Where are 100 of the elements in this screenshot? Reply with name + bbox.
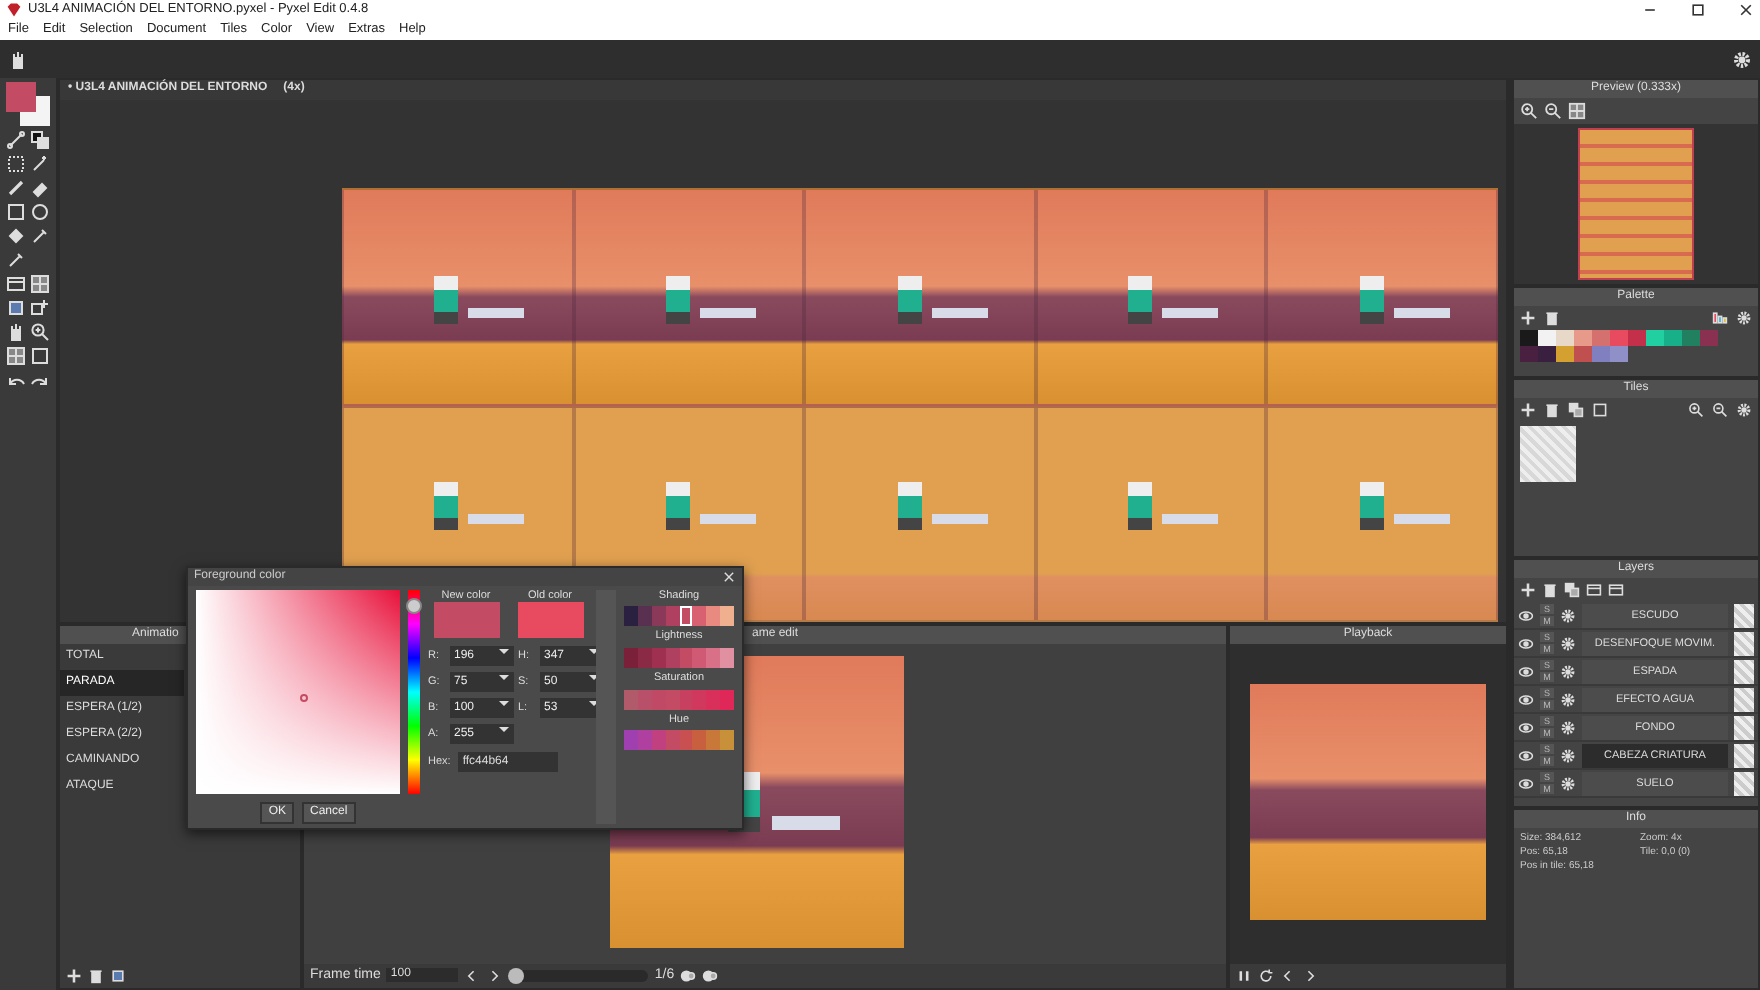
palette-swatch[interactable] xyxy=(1592,346,1610,362)
next-frame-icon[interactable] xyxy=(486,967,503,984)
color-swatch[interactable] xyxy=(720,648,734,668)
eraser-icon[interactable] xyxy=(30,178,50,198)
eye-icon[interactable] xyxy=(1518,635,1534,651)
zoom-in-icon[interactable] xyxy=(1688,402,1704,418)
preview-thumbnail[interactable] xyxy=(1578,128,1694,280)
palette-swatch[interactable] xyxy=(1520,330,1538,346)
grid-icon[interactable] xyxy=(30,274,50,294)
previous-frame-icon[interactable] xyxy=(1280,968,1296,984)
palette-swatch[interactable] xyxy=(1574,330,1592,346)
color-bars-icon[interactable] xyxy=(1712,310,1728,326)
color-swatch[interactable] xyxy=(692,648,707,668)
palette-swatch[interactable] xyxy=(1538,346,1556,362)
plus-icon[interactable] xyxy=(1520,582,1536,598)
circle-icon[interactable] xyxy=(30,202,50,222)
selection-icon[interactable] xyxy=(6,154,26,174)
color-swatch[interactable] xyxy=(706,648,721,668)
color-swatch[interactable] xyxy=(706,730,721,751)
hand-icon[interactable] xyxy=(8,49,28,69)
palette-swatch[interactable] xyxy=(1592,330,1610,346)
hue-slider[interactable] xyxy=(408,589,420,794)
grid-icon[interactable] xyxy=(1568,102,1586,120)
palette-swatch[interactable] xyxy=(1628,330,1646,346)
panel-icon[interactable] xyxy=(6,274,26,294)
palette-swatch[interactable] xyxy=(1646,330,1664,346)
frame-icon[interactable] xyxy=(30,346,50,366)
eye-icon[interactable] xyxy=(1518,719,1534,735)
slider-thumb[interactable] xyxy=(406,597,422,614)
color-swatch[interactable] xyxy=(692,730,707,751)
color-swatch[interactable] xyxy=(624,648,638,668)
hand-icon[interactable] xyxy=(6,322,26,342)
color-swatch[interactable] xyxy=(624,606,638,627)
color-swatch[interactable] xyxy=(692,606,707,627)
palette-swatch[interactable] xyxy=(1610,330,1628,346)
eye-icon[interactable] xyxy=(1518,775,1534,791)
zoom-icon[interactable] xyxy=(30,322,50,342)
zoom-in-icon[interactable] xyxy=(1520,102,1538,120)
color-swatch[interactable] xyxy=(720,730,734,751)
rectangle-icon[interactable] xyxy=(6,202,26,222)
swap-colors-icon[interactable] xyxy=(30,130,50,150)
palette-swatch[interactable] xyxy=(1700,330,1718,346)
trash-icon[interactable] xyxy=(88,968,104,984)
color-swatch[interactable] xyxy=(720,606,734,627)
plus-icon[interactable] xyxy=(66,968,82,984)
onion-skin-icon[interactable] xyxy=(680,967,697,984)
copy-icon[interactable] xyxy=(1564,582,1580,598)
trash-icon[interactable] xyxy=(1542,582,1558,598)
zoom-out-icon[interactable] xyxy=(1712,402,1728,418)
foreground-color-swatch[interactable] xyxy=(6,82,36,112)
line-tool-icon[interactable] xyxy=(6,130,26,150)
settings-icon[interactable] xyxy=(1732,49,1752,69)
plus-icon[interactable] xyxy=(1520,402,1536,418)
loop-icon[interactable] xyxy=(1258,968,1274,984)
onion-skin-icon[interactable] xyxy=(702,967,719,984)
color-swatch[interactable] xyxy=(706,606,721,627)
color-swatch[interactable] xyxy=(624,730,638,751)
next-frame-icon[interactable] xyxy=(1302,968,1318,984)
dropper-icon[interactable] xyxy=(6,250,26,270)
palette-swatch[interactable] xyxy=(1682,330,1700,346)
settings-icon[interactable] xyxy=(1736,310,1752,326)
trash-icon[interactable] xyxy=(1544,402,1560,418)
layer-thumbnail xyxy=(1734,743,1754,767)
pencil-icon[interactable] xyxy=(6,178,26,198)
layer-thumbnail xyxy=(1734,631,1754,655)
tile-add-icon[interactable] xyxy=(30,298,50,318)
copy-icon[interactable] xyxy=(1568,402,1584,418)
zoom-out-icon[interactable] xyxy=(1544,102,1562,120)
background-color-swatch[interactable] xyxy=(20,96,50,126)
color-swatch[interactable] xyxy=(720,689,734,710)
eye-icon[interactable] xyxy=(1518,691,1534,707)
trash-icon[interactable] xyxy=(1544,310,1560,326)
layer-thumbnail xyxy=(1734,687,1754,711)
layer-thumbnail xyxy=(1734,715,1754,739)
layer-thumbnail xyxy=(1734,771,1754,795)
close-icon[interactable] xyxy=(1738,2,1754,18)
palette-swatch[interactable] xyxy=(1610,346,1628,362)
tile-icon[interactable] xyxy=(6,298,26,318)
palette-swatch[interactable] xyxy=(1556,330,1574,346)
magic-wand-icon[interactable] xyxy=(30,154,50,174)
eye-icon[interactable] xyxy=(1518,607,1534,623)
tile-thumbnail[interactable] xyxy=(1520,426,1576,482)
palette-swatch[interactable] xyxy=(1574,346,1592,362)
palette-swatch[interactable] xyxy=(1556,346,1574,362)
plus-icon[interactable] xyxy=(1520,310,1536,326)
settings-icon[interactable] xyxy=(1736,402,1752,418)
color-swatch[interactable] xyxy=(692,689,707,710)
saturation-value-picker[interactable] xyxy=(196,589,400,794)
palette-swatch[interactable] xyxy=(1664,330,1682,346)
color-swatch[interactable] xyxy=(624,689,638,710)
eye-icon[interactable] xyxy=(1518,663,1534,679)
maximize-icon[interactable] xyxy=(1690,2,1706,18)
slider-thumb[interactable] xyxy=(508,967,525,984)
color-picker-icon[interactable] xyxy=(30,226,50,246)
color-swatch[interactable] xyxy=(706,689,721,710)
frame-slider[interactable] xyxy=(508,969,649,982)
eye-icon[interactable] xyxy=(1518,747,1534,763)
pause-icon[interactable] xyxy=(1236,968,1252,984)
palette-swatch[interactable] xyxy=(1538,330,1556,346)
palette-swatch[interactable] xyxy=(1520,346,1538,362)
